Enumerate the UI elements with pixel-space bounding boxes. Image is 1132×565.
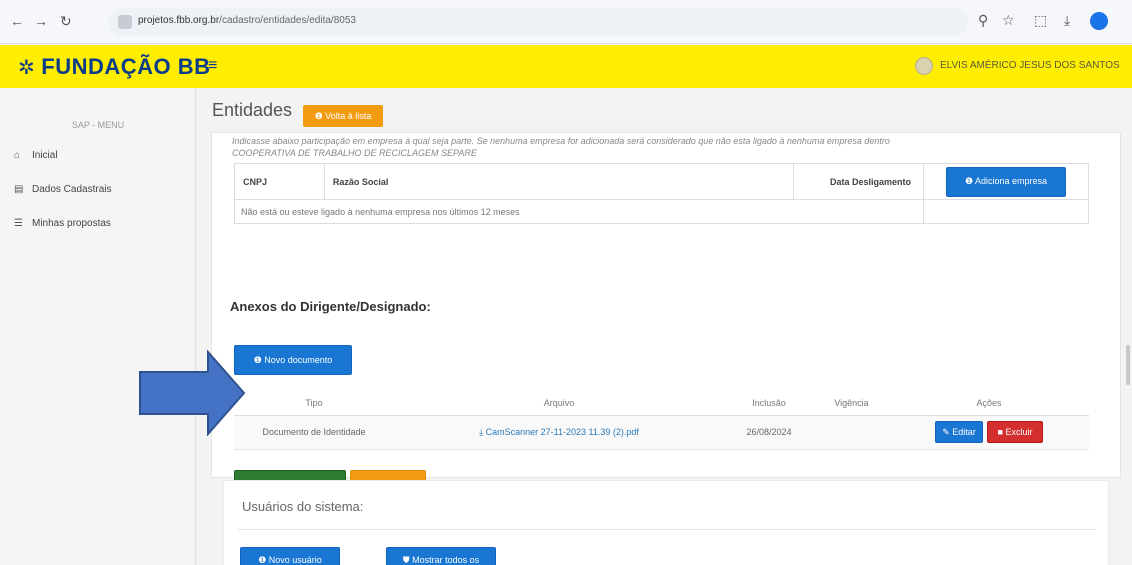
table-row: Documento de Identidade ⤓ CamScanner 27-…	[234, 415, 1089, 450]
sidebar: SAP - MENU ⌂ Inicial ▤ Dados Cadastrais ☰ M…	[0, 88, 196, 565]
document-file-link[interactable]: ⤓ CamScanner 27-11-2023 11.39 (2).pdf	[479, 427, 639, 437]
company-note-line1: Indicasse abaixo participação em empresa…	[232, 136, 890, 146]
delete-document-button[interactable]: ■ Excluir	[987, 420, 1043, 443]
logo-text: FUNDAÇÃO BB	[41, 54, 211, 79]
translate-icon[interactable]: ⚲	[978, 12, 988, 29]
column-header-acoes: Ações	[889, 391, 1089, 416]
sidebar-item-label: Dados Cadastrais	[32, 184, 112, 195]
column-header-data-desligamento: Data Desligamento	[793, 163, 925, 200]
address-bar[interactable]: projetos.fbb.org.br/cadastro/entidades/e…	[108, 8, 968, 36]
hamburger-menu-icon[interactable]: ≡	[208, 57, 217, 75]
sidebar-item-label: Minhas propostas	[32, 218, 111, 229]
url-text: projetos.fbb.org.br/cadastro/entidades/e…	[138, 15, 356, 26]
sidebar-item-minhas-propostas[interactable]: ☰ Minhas propostas	[14, 218, 111, 229]
sidebar-item-dados-cadastrais[interactable]: ▤ Dados Cadastrais	[14, 184, 111, 195]
new-document-button[interactable]: ❶ Novo documento	[234, 345, 352, 375]
company-note: Indicasse abaixo participação em empresa…	[232, 135, 1092, 159]
document-validity	[814, 415, 889, 450]
table-cell	[923, 199, 1089, 224]
id-card-icon: ▤	[14, 184, 24, 195]
column-header-razao-social: Razão Social	[323, 163, 795, 200]
list-icon: ☰	[14, 218, 23, 229]
column-header-vigencia: Vigência	[814, 391, 889, 416]
company-note-line2: COOPERATIVA DE TRABALHO DE RECICLAGEM SE…	[232, 148, 477, 158]
companies-table: CNPJ Razão Social Data Desligamento ❶ Ad…	[233, 163, 1089, 224]
dirigente-card: Indicasse abaixo participação em empresa…	[211, 132, 1121, 498]
reload-icon[interactable]: ↻	[60, 14, 72, 28]
main-content: Entidades ❶ Volta à lista Indicasse abai…	[197, 88, 1132, 565]
user-name[interactable]: ELVIS AMÉRICO JESUS DOS SANTOS	[940, 60, 1120, 71]
document-file-cell: ⤓ CamScanner 27-11-2023 11.39 (2).pdf	[394, 415, 724, 450]
page-title: Entidades	[212, 100, 293, 120]
tab-search-icon[interactable]: ⬚	[1034, 12, 1047, 29]
profile-avatar[interactable]	[1090, 12, 1108, 30]
document-file-name: CamScanner 27-11-2023 11.39 (2).pdf	[485, 426, 639, 437]
users-section-title: Usuários do sistema:	[242, 499, 364, 514]
forward-icon[interactable]: →	[34, 14, 48, 28]
app-header: ✲ FUNDAÇÃO BB ≡ ELVIS AMÉRICO JESUS DOS S…	[0, 45, 1132, 88]
add-company-button[interactable]: ❶ Adiciona empresa	[946, 166, 1067, 197]
companies-empty-message: Não está ou esteve ligado à nenhuma empr…	[233, 199, 925, 224]
fundacao-bb-logo[interactable]: ✲ FUNDAÇÃO BB	[18, 54, 211, 80]
column-header-cnpj: CNPJ	[234, 163, 325, 200]
document-inclusion-date: 26/08/2024	[724, 415, 814, 450]
home-icon: ⌂	[14, 150, 21, 161]
users-card: Usuários do sistema: ❶ Novo usuário ⛊ Mo…	[223, 480, 1109, 565]
scrollbar-thumb[interactable]	[1126, 345, 1130, 385]
document-actions: ✎ Editar ■ Excluir	[889, 415, 1089, 450]
site-info-icon[interactable]	[118, 15, 132, 29]
show-all-users-button[interactable]: ⛊ Mostrar todos os	[386, 547, 496, 565]
bookmark-star-icon[interactable]: ☆	[1002, 12, 1015, 29]
column-header-tipo: Tipo	[234, 391, 394, 416]
column-header-inclusao: Inclusão	[724, 391, 814, 416]
user-avatar[interactable]	[915, 57, 933, 75]
back-to-list-button[interactable]: ❶ Volta à lista	[303, 105, 383, 127]
edit-document-button[interactable]: ✎ Editar	[935, 421, 983, 444]
new-user-button[interactable]: ❶ Novo usuário	[240, 547, 340, 565]
sidebar-menu-title: SAP - MENU	[71, 120, 125, 130]
back-icon[interactable]: ←	[10, 14, 24, 28]
attachments-title: Anexos do Dirigente/Designado:	[230, 299, 431, 314]
documents-table: Tipo Arquivo Inclusão Vigência Ações Doc…	[234, 391, 1089, 450]
divider	[238, 529, 1096, 530]
document-type: Documento de Identidade	[234, 415, 394, 450]
column-header-arquivo: Arquivo	[394, 391, 724, 416]
download-icon[interactable]: ⤓	[1064, 12, 1070, 29]
sidebar-item-inicial[interactable]: ⌂ Inicial	[14, 150, 58, 161]
sidebar-item-label: Inicial	[32, 150, 58, 161]
logo-mark-icon: ✲	[18, 57, 36, 79]
annotation-arrow-icon	[139, 350, 246, 436]
browser-toolbar: ← → ↻ projetos.fbb.org.br/cadastro/entid…	[0, 0, 1132, 44]
file-download-icon: ⤓	[479, 426, 484, 437]
